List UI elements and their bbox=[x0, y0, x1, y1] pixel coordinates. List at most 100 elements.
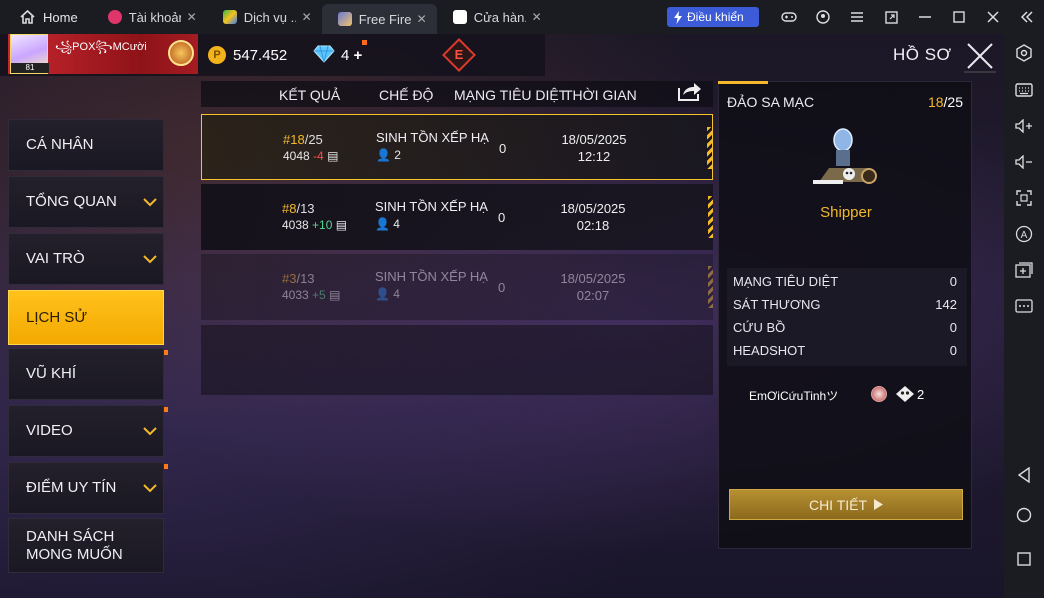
header-kills: MẠNG TIÊU DIỆT bbox=[454, 87, 568, 103]
play-services-icon bbox=[222, 10, 237, 24]
home-label: Home bbox=[43, 9, 78, 25]
play-arrow-icon bbox=[874, 499, 884, 510]
keyboard-icon[interactable] bbox=[1004, 72, 1044, 108]
recent-apps-icon[interactable] bbox=[1004, 537, 1044, 581]
person-icon: 👤 bbox=[375, 217, 390, 231]
nav-personal[interactable]: CÁ NHÂN bbox=[8, 119, 164, 171]
nav-weapons[interactable]: VŨ KHÍ bbox=[8, 348, 164, 400]
fullscreen-icon[interactable] bbox=[1004, 180, 1044, 216]
account-icon[interactable] bbox=[806, 0, 840, 34]
close-icon[interactable]: ✕ bbox=[417, 12, 427, 26]
empty-row bbox=[201, 325, 713, 395]
stat-label: CỨU BỒ bbox=[733, 320, 786, 335]
play-store-icon bbox=[452, 10, 467, 24]
rank-position: #18 bbox=[283, 132, 305, 147]
profile-banner[interactable]: 81 ꧁POX꧂MCười bbox=[8, 34, 198, 74]
stat-value: 0 bbox=[949, 343, 957, 358]
table-row[interactable]: #3/13 4033 +5 ▤ SINH TỒN XẾP HẠ 👤 4 0 18… bbox=[201, 254, 713, 320]
nav-wishlist[interactable]: DANH SÁCH MONG MUỐN bbox=[8, 518, 164, 573]
close-icon[interactable]: ✕ bbox=[532, 10, 542, 24]
detail-rank: 18/25 bbox=[928, 94, 963, 110]
add-window-icon[interactable] bbox=[1004, 252, 1044, 288]
emulator-titlebar: Home Tài khoản ✕ Dịch vụ ... ✕ Free Fire… bbox=[0, 0, 1044, 34]
row-accent-stripe bbox=[707, 127, 712, 169]
team-count: 4 bbox=[393, 287, 400, 301]
close-icon[interactable]: ✕ bbox=[187, 10, 197, 24]
stat-kills: MẠNG TIÊU DIỆT 0 bbox=[733, 274, 957, 289]
score-value: 4038 bbox=[282, 218, 309, 232]
nav-reputation[interactable]: ĐIỂM UY TÍN bbox=[8, 462, 164, 514]
tab-label: Free Fire bbox=[358, 11, 411, 27]
match-score: 4033 +5 ▤ bbox=[282, 288, 340, 302]
home-tab[interactable]: Home bbox=[0, 0, 92, 34]
nav-history[interactable]: LỊCH SỬ bbox=[8, 290, 164, 345]
tab-play-store[interactable]: Cửa hàn... ✕ bbox=[437, 0, 552, 34]
stat-damage: SÁT THƯƠNG 142 bbox=[733, 297, 957, 312]
avatar[interactable]: 81 bbox=[10, 34, 49, 74]
stat-headshots: HEADSHOT 0 bbox=[733, 343, 957, 358]
teammate-name[interactable]: EmƠiCứuTinhツ bbox=[749, 387, 838, 404]
auto-icon[interactable]: A bbox=[1004, 216, 1044, 252]
header-result: KẾT QUẢ bbox=[279, 87, 341, 103]
control-button[interactable]: Điều khiển bbox=[667, 7, 759, 27]
character-name: Shipper bbox=[820, 204, 872, 221]
elite-pass-letter: E bbox=[454, 47, 464, 62]
tab-services[interactable]: Dịch vụ ... ✕ bbox=[207, 0, 322, 34]
close-icon[interactable]: ✕ bbox=[302, 10, 312, 24]
nav-roles[interactable]: VAI TRÒ bbox=[8, 233, 164, 285]
chevron-down-icon bbox=[143, 255, 157, 264]
person-icon: 👤 bbox=[376, 148, 391, 162]
tab-free-fire[interactable]: Free Fire ✕ bbox=[321, 4, 437, 34]
teammate-badge-icon bbox=[871, 386, 887, 402]
stat-label: HEADSHOT bbox=[733, 343, 806, 358]
menu-icon[interactable] bbox=[840, 0, 874, 34]
tab-label: Cửa hàn... bbox=[473, 9, 526, 25]
detail-rank-total: /25 bbox=[943, 94, 963, 110]
match-rank: #8/13 bbox=[282, 201, 315, 216]
score-value: 4033 bbox=[282, 288, 309, 302]
share-icon[interactable] bbox=[676, 80, 702, 102]
match-rank: #18/25 bbox=[283, 132, 323, 147]
resize-icon[interactable] bbox=[874, 0, 908, 34]
match-kills: 0 bbox=[499, 141, 507, 156]
tab-account[interactable]: Tài khoản ✕ bbox=[92, 0, 207, 34]
rank-total: /13 bbox=[296, 201, 315, 216]
diamond-amount[interactable]: 4 + bbox=[341, 47, 362, 64]
stat-value: 0 bbox=[949, 320, 957, 335]
window-controls bbox=[772, 0, 1044, 34]
add-diamond-plus: + bbox=[353, 47, 363, 64]
volume-down-icon[interactable] bbox=[1004, 144, 1044, 180]
settings-hex-icon[interactable] bbox=[1004, 34, 1044, 72]
home-circle-icon[interactable] bbox=[1004, 493, 1044, 537]
rank-position: #3 bbox=[282, 271, 297, 286]
collapse-sidebar-icon[interactable] bbox=[1010, 0, 1044, 34]
history-table-header: KẾT QUẢ CHẾ ĐỘ MẠNG TIÊU DIỆT THỜI GIAN bbox=[201, 81, 713, 107]
score-card-icon: ▤ bbox=[335, 218, 348, 232]
match-mode: SINH TỒN XẾP HẠ bbox=[375, 269, 488, 284]
chevron-down-icon bbox=[143, 427, 157, 436]
minimize-icon[interactable] bbox=[908, 0, 942, 34]
header-mode: CHẾ ĐỘ bbox=[379, 87, 434, 103]
close-icon[interactable] bbox=[960, 38, 1000, 74]
stat-label: MẠNG TIÊU DIỆT bbox=[733, 274, 839, 289]
match-kills: 0 bbox=[498, 210, 506, 225]
lightning-icon bbox=[674, 10, 682, 24]
gamepad-icon[interactable] bbox=[772, 0, 806, 34]
table-row[interactable]: #18/25 4048 -4 ▤ SINH TỒN XẾP HẠ 👤 2 0 1… bbox=[201, 114, 713, 180]
team-size: 👤 4 bbox=[375, 287, 400, 301]
back-icon[interactable] bbox=[1004, 457, 1044, 493]
score-value: 4048 bbox=[283, 149, 310, 163]
table-row[interactable]: #8/13 4038 +10 ▤ SINH TỒN XẾP HẠ 👤 4 0 1… bbox=[201, 184, 713, 250]
rank-total: /13 bbox=[296, 271, 315, 286]
maximize-icon[interactable] bbox=[942, 0, 976, 34]
score-delta: -4 bbox=[313, 149, 324, 163]
team-count: 2 bbox=[394, 148, 401, 162]
window-close-icon[interactable] bbox=[976, 0, 1010, 34]
nav-video[interactable]: VIDEO bbox=[8, 405, 164, 457]
volume-up-icon[interactable] bbox=[1004, 108, 1044, 144]
details-button[interactable]: CHI TIẾT bbox=[729, 489, 963, 520]
nav-overview[interactable]: TỔNG QUAN bbox=[8, 176, 164, 228]
character-icon bbox=[813, 128, 877, 184]
tab-label: Dịch vụ ... bbox=[243, 9, 296, 25]
more-icon[interactable] bbox=[1004, 288, 1044, 324]
